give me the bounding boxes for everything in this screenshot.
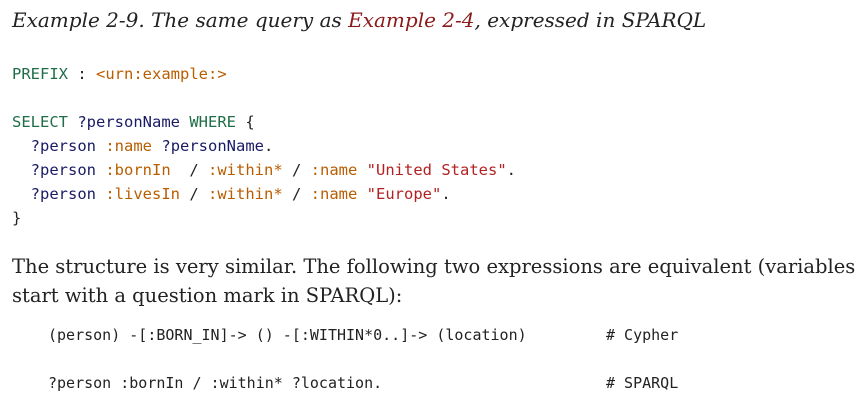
triple-object: ?personName — [161, 137, 265, 155]
triple-subject: ?person — [30, 137, 96, 155]
triple-subject: ?person — [30, 185, 96, 203]
code-line-close: } — [12, 206, 21, 230]
triple-predicate: :name — [310, 185, 358, 203]
string-literal: "Europe" — [366, 185, 442, 203]
open-brace: { — [245, 113, 255, 131]
triple-predicate: :within* — [208, 185, 283, 203]
code-line-bornin: ?person :bornIn / :within* / :name "Unit… — [30, 161, 516, 179]
triple-predicate: :within* — [208, 161, 283, 179]
caption-suffix: , expressed in SPARQL — [474, 8, 707, 32]
cypher-comment: # Cypher — [606, 326, 679, 344]
prefix-colon: : — [68, 65, 96, 83]
select-variable: ?personName — [77, 113, 180, 131]
select-keyword: SELECT — [12, 113, 68, 131]
cypher-expression: (person) -[:BORN_IN]-> () -[:WITHIN*0..]… — [48, 326, 527, 344]
code-line-select: SELECT ?personName WHERE { — [12, 110, 255, 134]
triple-predicate: :name — [105, 137, 153, 155]
prefix-keyword: PREFIX — [12, 65, 68, 83]
body-paragraph: The structure is very similar. The follo… — [12, 255, 856, 307]
code-line-prefix: PREFIX : <urn:example:> — [12, 62, 227, 86]
triple-predicate: :bornIn — [105, 161, 171, 179]
string-literal: "United States" — [366, 161, 507, 179]
example-link[interactable]: Example 2-4 — [348, 8, 474, 32]
code-line-livesin: ?person :livesIn / :within* / :name "Eur… — [30, 185, 451, 203]
example-caption: Example 2-9. The same query as Example 2… — [12, 8, 706, 32]
close-brace: } — [12, 209, 22, 227]
prefix-uri: <urn:example:> — [96, 65, 227, 83]
caption-prefix: Example 2-9. The same query as — [12, 8, 349, 32]
triple-predicate: :name — [310, 161, 358, 179]
sparql-comment: # SPARQL — [606, 374, 679, 392]
triple-subject: ?person — [30, 161, 96, 179]
code-line-name: ?person :name ?personName. — [30, 137, 274, 155]
where-keyword: WHERE — [189, 113, 237, 131]
triple-predicate: :livesIn — [105, 185, 180, 203]
sparql-expression: ?person :bornIn / :within* ?location. — [48, 374, 383, 392]
